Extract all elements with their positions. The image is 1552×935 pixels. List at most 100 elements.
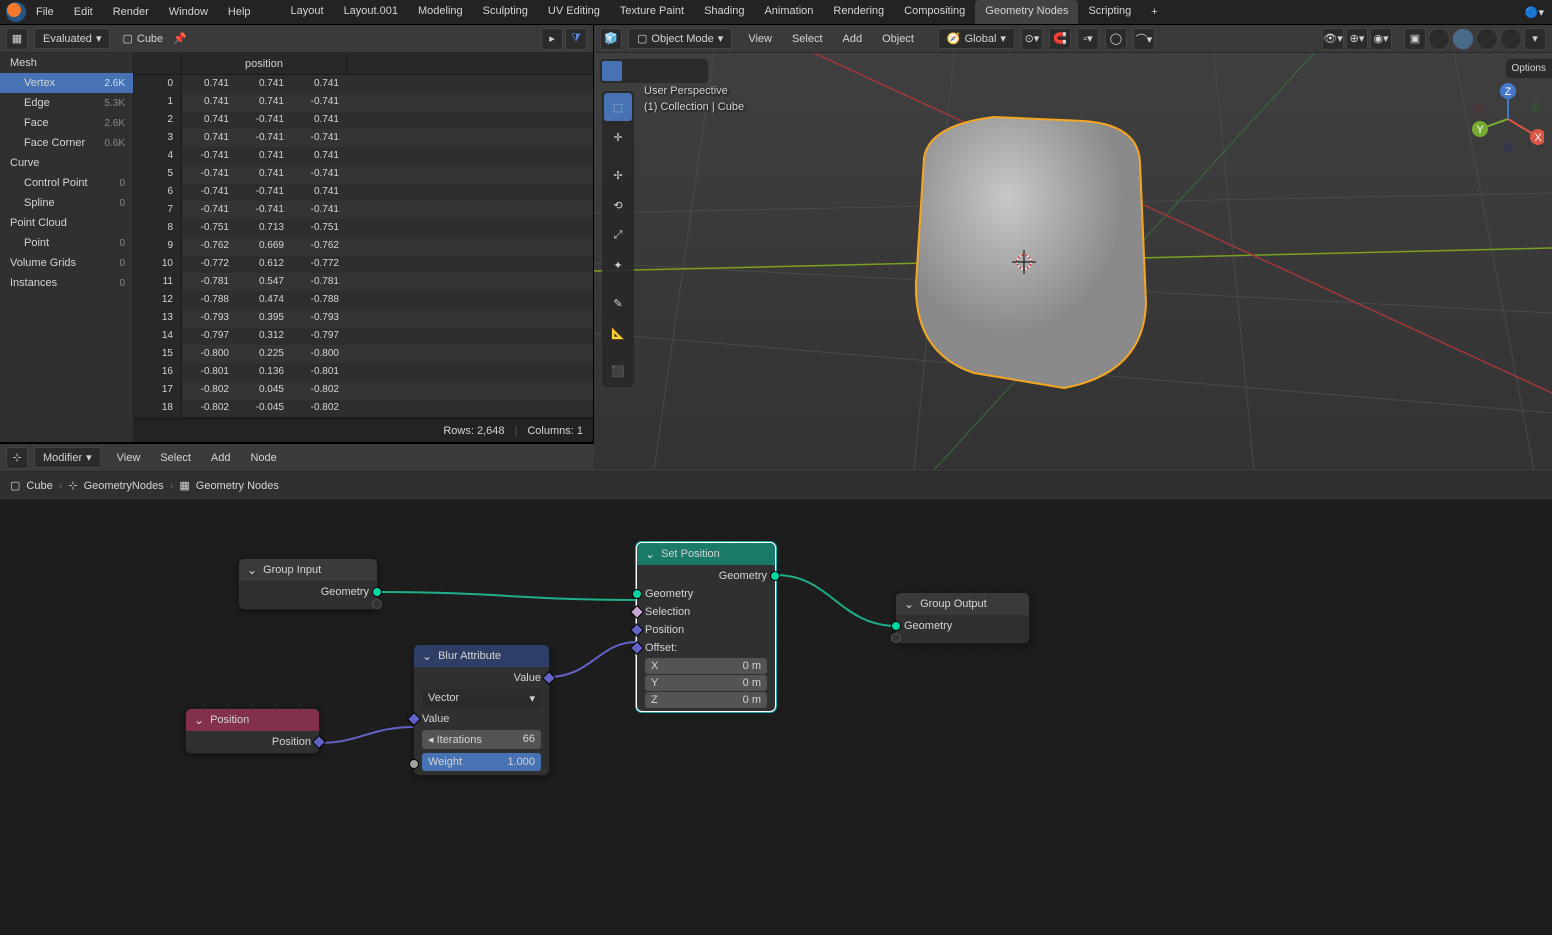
filter-icon[interactable]: ⧩ [565, 28, 587, 50]
gizmo-toggle-icon[interactable]: ⊕▾ [1346, 28, 1368, 50]
orientation-dropdown[interactable]: 🧭 Global ▾ [938, 28, 1015, 49]
menu-edit[interactable]: Edit [64, 2, 103, 22]
table-row[interactable]: 5-0.7410.741-0.741 [134, 165, 593, 183]
snap-icon[interactable]: 🧲 [1049, 28, 1071, 50]
viewport-menu[interactable]: Add [833, 29, 873, 49]
domain-item[interactable]: Edge5.3K [0, 93, 133, 113]
rendered-shading-icon[interactable] [1500, 28, 1522, 50]
domain-item[interactable]: Point0 [0, 233, 133, 253]
workspace-tab[interactable]: Compositing [894, 0, 975, 24]
overlays-toggle-icon[interactable]: ◉▾ [1370, 28, 1392, 50]
move-tool-icon[interactable]: ✢ [604, 161, 632, 189]
workspace-tab[interactable]: Animation [754, 0, 823, 24]
add-cube-tool-icon[interactable]: ⬛ [604, 357, 632, 385]
table-row[interactable]: 15-0.8000.225-0.800 [134, 345, 593, 363]
workspace-tab[interactable]: Shading [694, 0, 754, 24]
node-canvas[interactable]: Group Input Geometry Position Position B… [0, 500, 1552, 935]
domain-item[interactable]: Spline0 [0, 193, 133, 213]
domain-item[interactable]: Curve [0, 153, 133, 173]
annotate-tool-icon[interactable]: ✎ [604, 289, 632, 317]
shading-options-icon[interactable]: ▾ [1524, 28, 1546, 50]
scale-tool-icon[interactable]: ⤢ [604, 221, 632, 249]
workspace-tab[interactable]: Layout [281, 0, 334, 24]
node-menu[interactable]: Node [240, 448, 286, 468]
node-menu[interactable]: Select [150, 448, 201, 468]
domain-item[interactable]: Instances0 [0, 273, 133, 293]
proportional-icon[interactable]: ◯ [1105, 28, 1127, 50]
editor-type-icon[interactable]: ▦ [6, 28, 28, 50]
viewport-menu[interactable]: View [738, 29, 782, 49]
selection-filter-icon[interactable]: ▸ [541, 28, 563, 50]
node-menu[interactable]: View [107, 448, 151, 468]
table-row[interactable]: 14-0.7970.312-0.797 [134, 327, 593, 345]
pin-icon[interactable]: 📌 [173, 32, 187, 45]
table-row[interactable]: 13-0.7930.395-0.793 [134, 309, 593, 327]
workspace-tab[interactable]: UV Editing [538, 0, 610, 24]
domain-item[interactable]: Mesh [0, 53, 133, 73]
editor-type-icon[interactable]: ⊹ [6, 447, 28, 469]
select-mode-intersect-icon[interactable] [686, 61, 706, 81]
table-row[interactable]: 10-0.7720.612-0.772 [134, 255, 593, 273]
table-row[interactable]: 4-0.7410.7410.741 [134, 147, 593, 165]
workspace-tab[interactable]: Rendering [823, 0, 894, 24]
select-mode-new-icon[interactable] [602, 61, 622, 81]
viewport-menu[interactable]: Select [782, 29, 833, 49]
iterations-field[interactable]: ◂ Iterations66 [422, 730, 541, 749]
view-object-types-icon[interactable]: 👁▾ [1322, 28, 1344, 50]
table-row[interactable]: 20.741-0.7410.741 [134, 111, 593, 129]
node-set-position[interactable]: Set Position Geometry Geometry Selection… [636, 542, 776, 712]
workspace-tab[interactable]: Scripting [1078, 0, 1141, 24]
xray-icon[interactable]: ▣ [1404, 28, 1426, 50]
offset-x-field[interactable]: X0 m [645, 658, 767, 674]
workspace-tab[interactable]: Texture Paint [610, 0, 694, 24]
select-mode-subtract-icon[interactable] [644, 61, 664, 81]
navigation-gizmo[interactable]: X Y Z [1472, 83, 1544, 155]
workspace-tab[interactable]: Sculpting [473, 0, 538, 24]
table-row[interactable]: 10.7410.741-0.741 [134, 93, 593, 111]
modifier-context-dropdown[interactable]: Modifier ▾ [34, 447, 101, 468]
table-row[interactable]: 6-0.741-0.7410.741 [134, 183, 593, 201]
breadcrumb-item[interactable]: Geometry Nodes [196, 480, 279, 492]
domain-item[interactable]: Volume Grids0 [0, 253, 133, 273]
rotate-tool-icon[interactable]: ⟲ [604, 191, 632, 219]
node-group-input[interactable]: Group Input Geometry [238, 558, 378, 610]
table-row[interactable]: 9-0.7620.669-0.762 [134, 237, 593, 255]
transform-tool-icon[interactable]: ✦ [604, 251, 632, 279]
node-menu[interactable]: Add [201, 448, 241, 468]
domain-item[interactable]: Control Point0 [0, 173, 133, 193]
blur-type-dropdown[interactable]: Vector▾ [422, 689, 541, 708]
table-row[interactable]: 11-0.7810.547-0.781 [134, 273, 593, 291]
select-mode-invert-icon[interactable] [665, 61, 685, 81]
node-position[interactable]: Position Position [185, 708, 320, 754]
table-row[interactable]: 30.741-0.741-0.741 [134, 129, 593, 147]
workspace-tab[interactable]: Geometry Nodes [975, 0, 1078, 24]
evaluation-mode-dropdown[interactable]: Evaluated ▾ [34, 28, 110, 49]
table-row[interactable]: 12-0.7880.474-0.788 [134, 291, 593, 309]
wireframe-shading-icon[interactable] [1428, 28, 1450, 50]
proportional-options-icon[interactable]: ⌒▾ [1133, 28, 1155, 50]
node-blur-attribute[interactable]: Blur Attribute Value Vector▾ Value ◂ Ite… [413, 644, 550, 776]
breadcrumb-item[interactable]: GeometryNodes [84, 480, 164, 492]
table-row[interactable]: 7-0.741-0.741-0.741 [134, 201, 593, 219]
table-row[interactable]: 00.7410.7410.741 [134, 75, 593, 93]
menu-render[interactable]: Render [103, 2, 159, 22]
viewport-3d[interactable]: 🧊 ▢ Object Mode ▾ ViewSelectAddObject 🧭 … [594, 25, 1552, 442]
measure-tool-icon[interactable]: 📐 [604, 319, 632, 347]
domain-item[interactable]: Point Cloud [0, 213, 133, 233]
offset-z-field[interactable]: Z0 m [645, 692, 767, 708]
cursor-tool-icon[interactable]: ✛ [604, 123, 632, 151]
viewport-menu[interactable]: Object [872, 29, 924, 49]
editor-type-icon[interactable]: 🧊 [600, 28, 622, 50]
domain-item[interactable]: Face Corner0.6K [0, 133, 133, 153]
node-group-output[interactable]: Group Output Geometry [895, 592, 1030, 644]
select-mode-extend-icon[interactable] [623, 61, 643, 81]
domain-item[interactable]: Vertex2.6K [0, 73, 133, 93]
table-row[interactable]: 16-0.8010.136-0.801 [134, 363, 593, 381]
interaction-mode-dropdown[interactable]: ▢ Object Mode ▾ [628, 28, 732, 49]
menu-window[interactable]: Window [159, 2, 218, 22]
select-box-tool-icon[interactable]: ⬚ [604, 93, 632, 121]
add-workspace-button[interactable]: + [1141, 1, 1167, 23]
table-row[interactable]: 17-0.8020.045-0.802 [134, 381, 593, 399]
weight-field[interactable]: Weight1.000 [422, 753, 541, 771]
viewport-canvas[interactable] [594, 53, 1552, 470]
